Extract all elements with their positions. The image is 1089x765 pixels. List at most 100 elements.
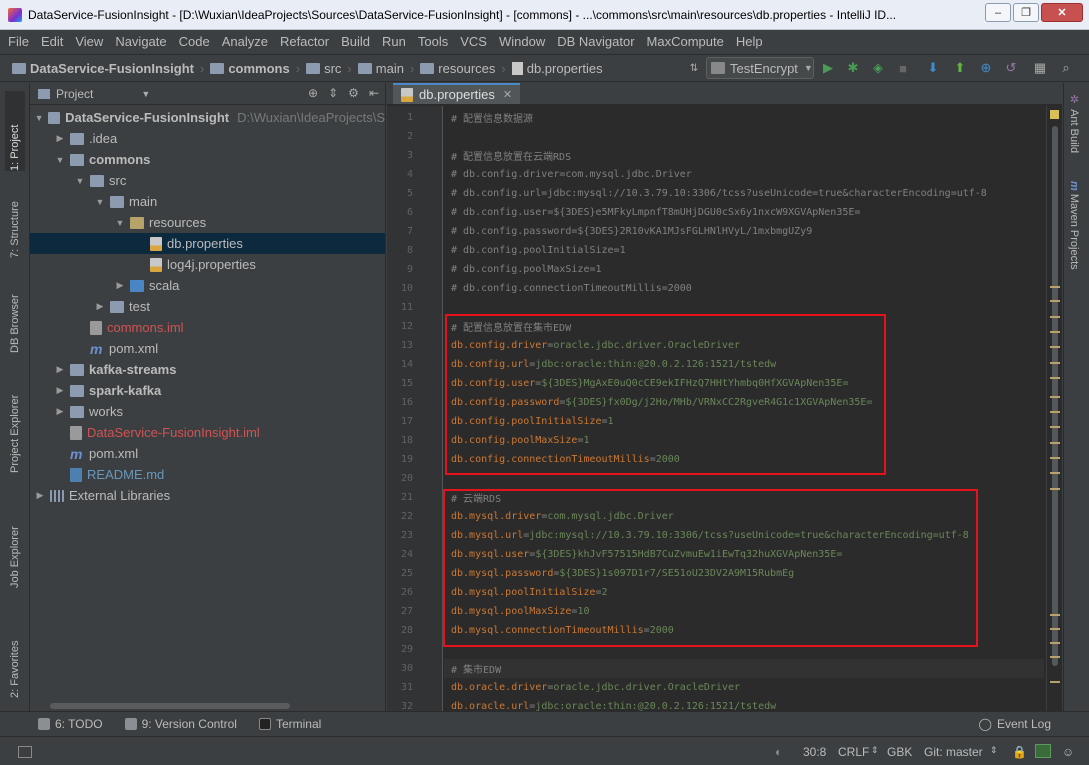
collapse-arrow-icon[interactable]: ▶ [114,280,126,291]
tree-item[interactable]: ▼ src [30,170,385,191]
menu-maxcompute[interactable]: MaxCompute [647,34,724,49]
toggle-tool-windows-icon[interactable] [18,746,32,758]
change-marker[interactable] [1050,614,1060,616]
vcs-update-icon[interactable]: ⬇ [925,60,941,76]
menu-db-navigator[interactable]: DB Navigator [557,34,634,49]
chevron-down-icon[interactable]: ▼ [141,89,150,99]
collapse-arrow-icon[interactable]: ▶ [34,490,46,501]
hector-icon[interactable]: ☺ [1062,745,1074,759]
revert-icon[interactable]: ↺ [1003,60,1019,76]
expand-arrow-icon[interactable]: ▼ [74,176,86,186]
run-configuration-select[interactable]: TestEncrypt ▼ [706,57,814,79]
collapse-arrow-icon[interactable]: ▶ [54,385,66,396]
version-control-tool-button[interactable]: 9: Version Control [124,717,237,731]
expand-arrow-icon[interactable]: ▼ [34,113,44,123]
tree-item[interactable]: README.md [30,464,385,485]
code-line[interactable]: # 配置信息数据源 [444,108,1044,127]
menu-tools[interactable]: Tools [418,34,448,49]
collapse-arrow-icon[interactable]: ▶ [54,406,66,417]
tree-item[interactable]: ▼ commons [30,149,385,170]
tool-tab-db-browser[interactable]: DB Browser [5,273,25,353]
project-structure-icon[interactable]: ▦ [1032,60,1048,76]
gear-icon[interactable]: ⚙ [348,86,359,100]
tree-item[interactable]: ▶ .idea [30,128,385,149]
collapse-all-icon[interactable]: ⇕ [328,86,338,100]
code-line[interactable]: # db.config.url=jdbc:mysql://10.3.79.10:… [444,184,1044,203]
change-marker[interactable] [1050,642,1060,644]
tool-tab-maven-projects[interactable]: m Maven Projects [1068,181,1080,270]
menu-edit[interactable]: Edit [41,34,63,49]
breadcrumb-module[interactable]: commons › [210,61,300,76]
menu-run[interactable]: Run [382,34,406,49]
change-marker[interactable] [1050,396,1060,398]
tree-item[interactable]: ▶ scala [30,275,385,296]
tree-item[interactable]: commons.iml [30,317,385,338]
menu-vcs[interactable]: VCS [460,34,487,49]
breadcrumb-project[interactable]: DataService-FusionInsight › [12,61,204,76]
code-line[interactable]: # db.config.poolMaxSize=1 [444,260,1044,279]
collapse-arrow-icon[interactable]: ▶ [54,133,66,144]
maximize-button[interactable]: ❐ [1013,3,1039,22]
collapse-arrow-icon[interactable]: ▶ [94,301,106,312]
hide-panel-icon[interactable]: ⇤ [369,86,379,100]
change-marker[interactable] [1050,442,1060,444]
menu-code[interactable]: Code [179,34,210,49]
code-line[interactable]: db.oracle.driver=oracle.jdbc.driver.Orac… [444,678,1044,697]
code-line[interactable]: # 集市EDW [444,659,1044,678]
change-marker[interactable] [1050,457,1060,459]
coverage-icon[interactable]: ◈ [870,60,886,76]
encoding-selector[interactable]: GBK [887,745,912,759]
collapse-arrow-icon[interactable]: ▶ [54,364,66,375]
tool-tab-job-explorer[interactable]: Job Explorer [5,498,25,588]
minimize-button[interactable]: – [985,3,1011,22]
change-marker[interactable] [1050,362,1060,364]
menu-help[interactable]: Help [736,34,763,49]
horizontal-scrollbar[interactable] [50,703,290,709]
caret-position[interactable]: 30:8 [803,745,826,759]
tree-item[interactable]: ▶ spark-kafka [30,380,385,401]
change-marker[interactable] [1050,426,1060,428]
run-icon[interactable]: ▶ [820,60,836,76]
search-icon[interactable]: ⌕ [1058,60,1074,76]
sync-icon[interactable]: ⊕ [308,86,318,100]
project-view-selector[interactable]: Project [56,87,93,101]
terminal-tool-button[interactable]: Terminal [258,717,321,731]
todo-tool-button[interactable]: 6: TODO [38,717,103,731]
change-marker[interactable] [1050,488,1060,490]
change-marker[interactable] [1050,377,1060,379]
tab-db-properties[interactable]: db.properties ✕ [393,83,521,104]
git-branch-selector[interactable]: Git: master [924,745,983,759]
tree-item[interactable]: m pom.xml [30,338,385,359]
close-button[interactable]: ✕ [1041,3,1083,22]
event-log-button[interactable]: ◯ Event Log [979,717,1051,731]
breadcrumb-resources[interactable]: resources › [420,61,506,76]
menu-navigate[interactable]: Navigate [115,34,166,49]
tree-item[interactable]: ▼ main [30,191,385,212]
code-line[interactable]: # db.config.connectionTimeoutMillis=2000 [444,279,1044,298]
breadcrumb-file[interactable]: db.properties [511,61,603,76]
compare-icon[interactable]: ⊕ [978,60,994,76]
change-marker[interactable] [1050,346,1060,348]
tool-tab-project[interactable]: 1: Project [5,91,25,171]
menu-build[interactable]: Build [341,34,370,49]
editor-scrollbar[interactable] [1046,106,1062,711]
stop-icon[interactable]: ■ [895,60,911,76]
change-marker[interactable] [1050,472,1060,474]
code-line[interactable]: # db.config.user=${3DES}e5MFkyLmpnfT8mUH… [444,203,1044,222]
expand-arrow-icon[interactable]: ▼ [94,197,106,207]
change-marker[interactable] [1050,411,1060,413]
debug-icon[interactable]: ✱ [845,60,861,76]
change-marker[interactable] [1050,316,1060,318]
tool-tab-ant-build[interactable]: ✲ Ant Build [1068,93,1081,153]
lock-icon[interactable]: 🔒 [1012,745,1027,759]
change-marker[interactable] [1050,300,1060,302]
code-line[interactable] [444,127,1044,146]
change-marker[interactable] [1050,286,1060,288]
breadcrumb-src[interactable]: src › [306,61,352,76]
expand-arrow-icon[interactable]: ▼ [114,218,126,228]
change-marker[interactable] [1050,331,1060,333]
inspection-status-icon[interactable] [1050,110,1059,119]
menu-view[interactable]: View [75,34,103,49]
tree-item[interactable]: ▶ works [30,401,385,422]
tree-item[interactable]: ▼ resources [30,212,385,233]
